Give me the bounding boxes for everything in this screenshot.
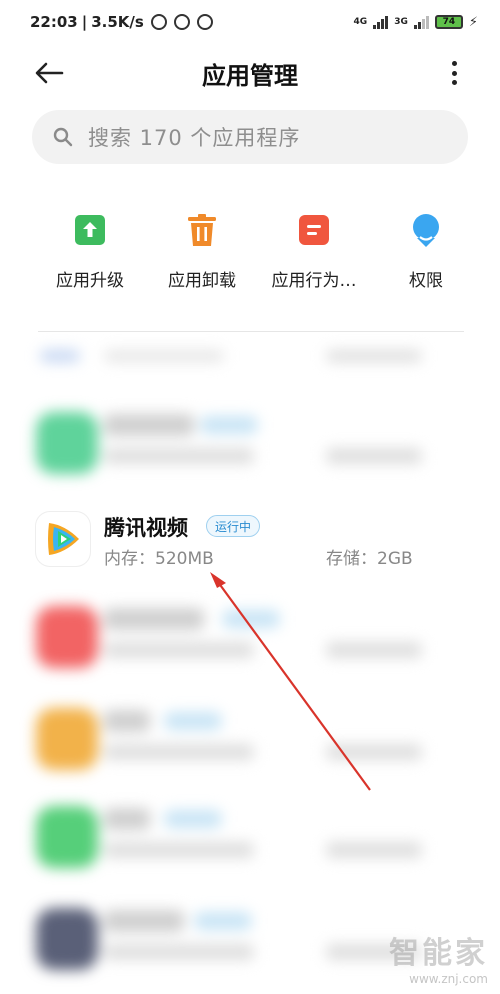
annotation-arrow bbox=[210, 572, 371, 791]
watermark-brand: 智能家 bbox=[389, 936, 488, 971]
watermark: 智能家 www.znj.com bbox=[389, 928, 488, 986]
watermark-url: www.znj.com bbox=[409, 972, 488, 986]
